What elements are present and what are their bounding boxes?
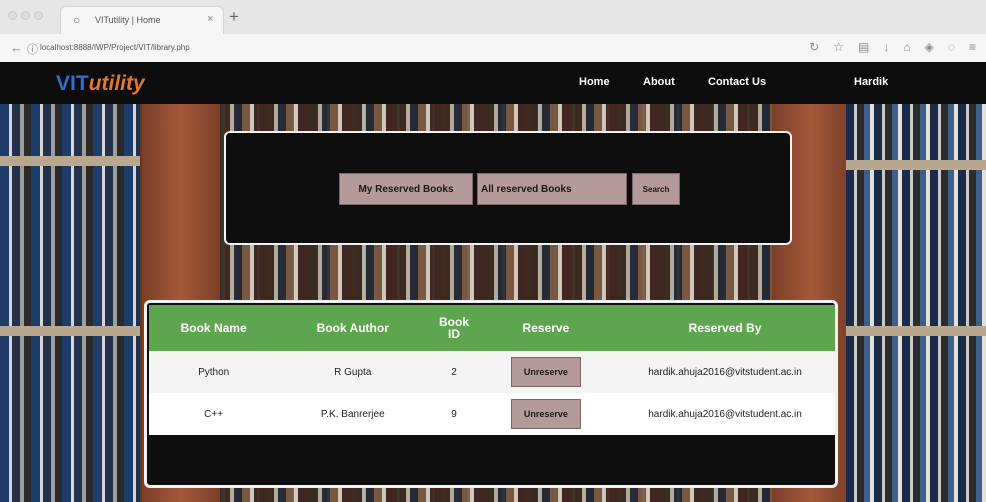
cell-book-name: C++ <box>149 393 279 435</box>
window-maximize-dot[interactable] <box>34 11 43 20</box>
reading-list-icon[interactable]: ▤ <box>858 40 869 54</box>
shelf-beam <box>846 160 986 170</box>
browser-url-bar: ← ⓘ localhost:8888/IWP/Project/VIT/libra… <box>0 34 986 63</box>
sync-icon[interactable]: ◌ <box>948 40 955 54</box>
my-reserved-books-button[interactable]: My Reserved Books <box>339 173 473 205</box>
cell-book-id: 9 <box>427 393 481 435</box>
cell-book-author: P.K. Banrerjee <box>278 393 428 435</box>
browser-tab[interactable]: ○ VITutility | Home × <box>60 6 224 35</box>
nav-home[interactable]: Home <box>579 76 610 88</box>
column-header-book-id: Book ID <box>427 305 481 351</box>
search-panel: My Reserved Books Search <box>224 131 792 245</box>
site-header: VITutility Home About Contact Us Hardik <box>0 62 986 104</box>
table-row: Python R Gupta 2 Unreserve hardik.ahuja2… <box>149 351 835 393</box>
menu-icon[interactable]: ≡ <box>969 40 976 54</box>
book-id-header-label: Book ID <box>439 315 469 341</box>
shelf-beam <box>0 156 140 166</box>
cell-reserve: Unreserve <box>480 393 612 435</box>
unreserve-button[interactable]: Unreserve <box>510 357 581 387</box>
tab-close-icon[interactable]: × <box>207 13 213 25</box>
new-tab-icon[interactable]: + <box>229 8 239 25</box>
nav-contact-us[interactable]: Contact Us <box>708 76 766 88</box>
search-button[interactable]: Search <box>632 173 680 205</box>
logo-accent: utility <box>88 72 145 95</box>
cell-book-name: Python <box>149 351 279 393</box>
nav-user-hardik[interactable]: Hardik <box>854 76 888 88</box>
reserved-books-table: Book Name Book Author Book ID Reserve Re… <box>149 305 835 435</box>
reserved-books-panel: Book Name Book Author Book ID Reserve Re… <box>144 300 838 488</box>
browser-toolbar: ↻ ☆ ▤ ↓ ⌂ ◈ ◌ ≡ <box>809 40 976 54</box>
unreserve-button[interactable]: Unreserve <box>510 399 581 429</box>
shield-icon[interactable]: ◈ <box>925 40 934 54</box>
column-header-reserve: Reserve <box>480 305 612 351</box>
cell-reserved-by: hardik.ahuja2016@vitstudent.ac.in <box>611 351 835 393</box>
shelf-beam <box>846 326 986 336</box>
nav-about[interactable]: About <box>643 76 675 88</box>
page-loading-icon: ○ <box>73 13 81 27</box>
search-input[interactable] <box>477 173 627 205</box>
cell-reserve: Unreserve <box>480 351 612 393</box>
column-header-book-author: Book Author <box>278 305 428 351</box>
bookmark-star-icon[interactable]: ☆ <box>833 40 844 54</box>
home-icon[interactable]: ⌂ <box>903 40 910 54</box>
site-logo[interactable]: VITutility <box>56 72 145 96</box>
window-minimize-dot[interactable] <box>21 11 30 20</box>
window-close-dot[interactable] <box>8 11 17 20</box>
column-header-book-name: Book Name <box>149 305 279 351</box>
cell-reserved-by: hardik.ahuja2016@vitstudent.ac.in <box>611 393 835 435</box>
tab-title: VITutility | Home <box>95 15 161 25</box>
logo-main: VIT <box>56 72 89 95</box>
info-icon[interactable]: ⓘ <box>27 41 38 57</box>
column-header-reserved-by: Reserved By <box>611 305 835 351</box>
browser-tab-bar: ○ VITutility | Home × + <box>0 0 986 35</box>
table-row: C++ P.K. Banrerjee 9 Unreserve hardik.ah… <box>149 393 835 435</box>
shelf-beam <box>0 326 140 336</box>
cell-book-author: R Gupta <box>278 351 428 393</box>
url-input[interactable]: localhost:8888/IWP/Project/VIT/library.p… <box>40 43 190 52</box>
table-header-row: Book Name Book Author Book ID Reserve Re… <box>149 305 835 351</box>
back-arrow-icon[interactable]: ← <box>10 40 23 55</box>
reload-icon[interactable]: ↻ <box>809 40 819 54</box>
download-icon[interactable]: ↓ <box>883 40 889 54</box>
cell-book-id: 2 <box>427 351 481 393</box>
